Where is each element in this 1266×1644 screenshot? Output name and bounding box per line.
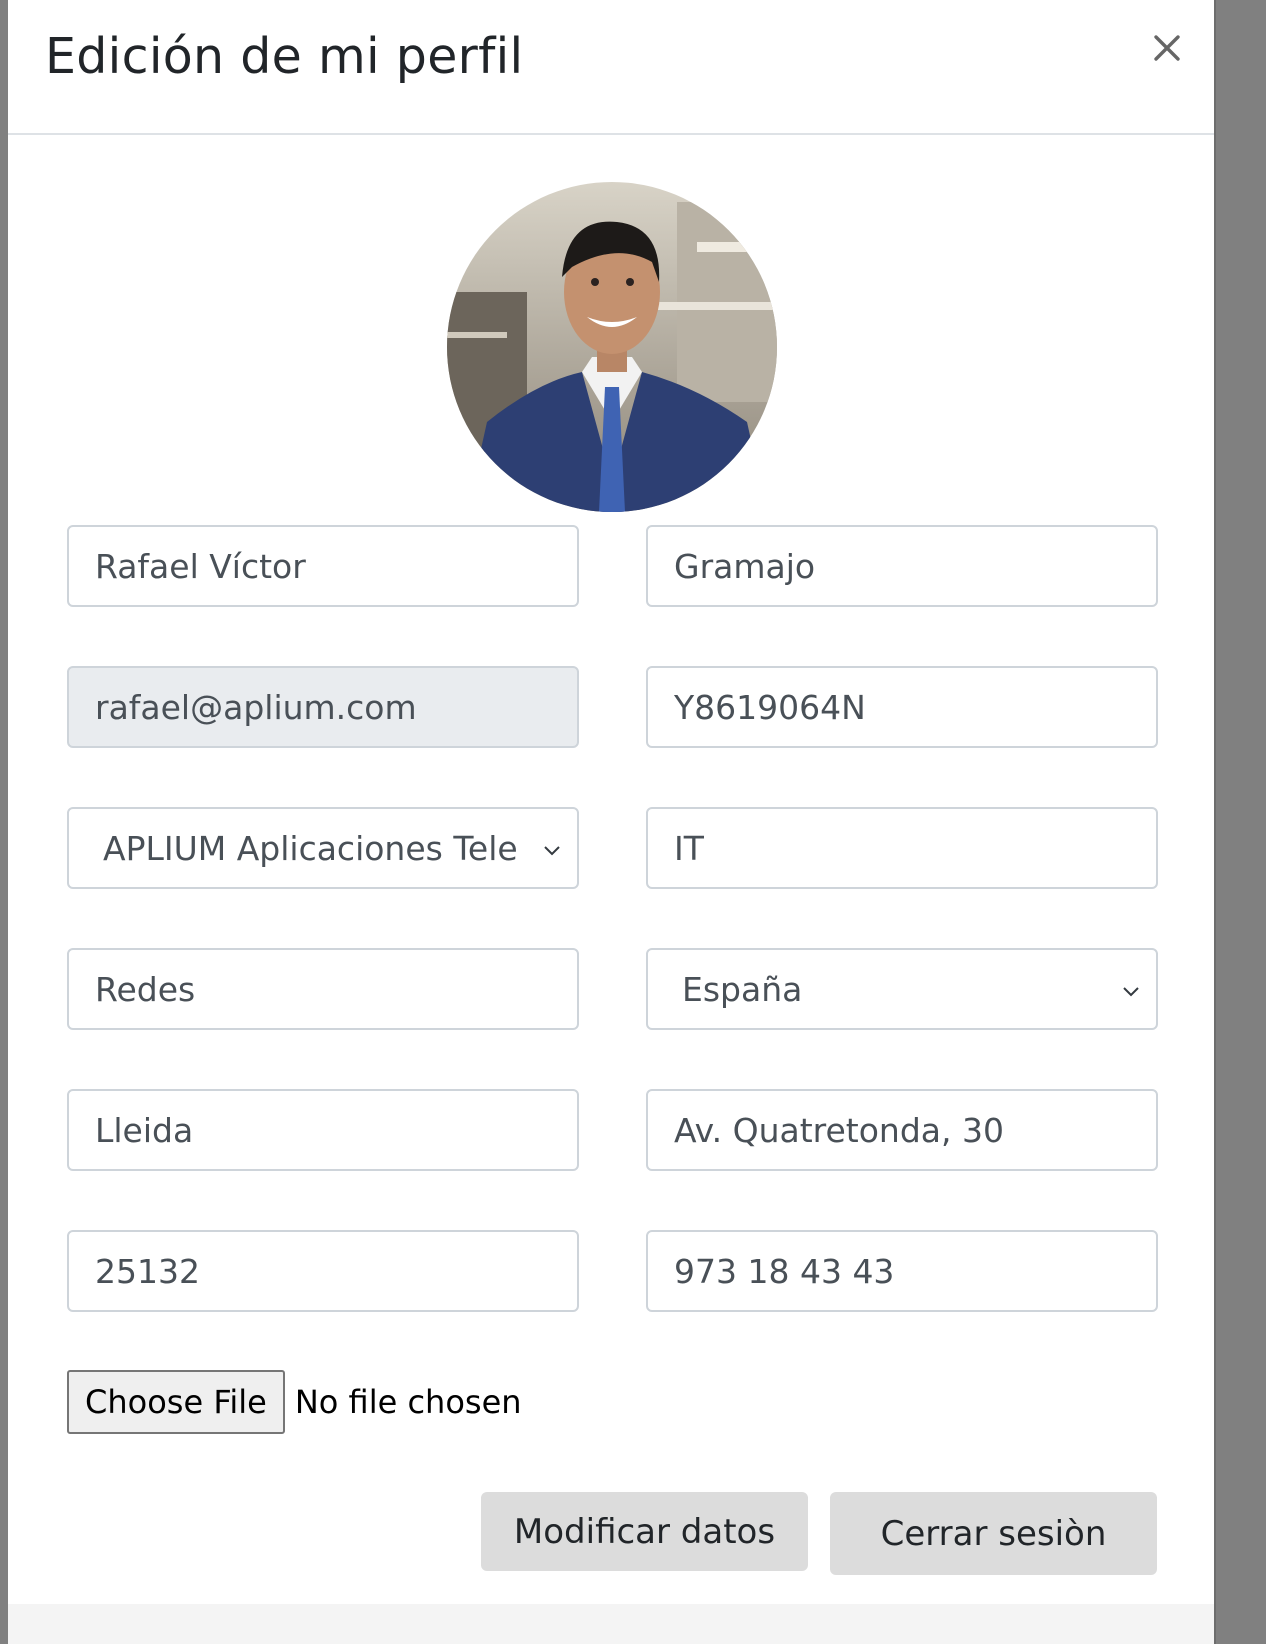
- logout-button[interactable]: Cerrar sesiòn: [830, 1492, 1157, 1575]
- position-input[interactable]: [67, 948, 579, 1030]
- document-id-input[interactable]: [646, 666, 1158, 748]
- country-select[interactable]: España: [646, 948, 1158, 1030]
- profile-edit-modal: Edición de mi perfil Rafael Víctor Grama…: [8, 0, 1216, 1644]
- city-input[interactable]: [67, 1089, 579, 1171]
- postal-code-input[interactable]: [67, 1230, 579, 1312]
- choose-file-button[interactable]: Choose File: [67, 1370, 285, 1434]
- phone-input[interactable]: [646, 1230, 1158, 1312]
- first-name-input[interactable]: [67, 525, 579, 607]
- chevron-down-icon: [1123, 987, 1139, 997]
- email-field: [67, 666, 579, 748]
- avatar: [447, 182, 777, 512]
- close-icon: [1154, 35, 1180, 61]
- modal-title: Edición de mi perfil: [45, 28, 524, 85]
- close-button[interactable]: [1143, 24, 1191, 72]
- modal-footer: [8, 1604, 1214, 1644]
- address-input[interactable]: [646, 1089, 1158, 1171]
- file-status: No file chosen: [294, 1383, 522, 1421]
- modify-data-button[interactable]: Modificar datos: [481, 1492, 808, 1571]
- last-name-input[interactable]: [646, 525, 1158, 607]
- company-select-value: APLIUM Aplicaciones Tele: [103, 828, 518, 868]
- modal-header: Edición de mi perfil: [8, 0, 1214, 135]
- chevron-down-icon: [544, 846, 560, 856]
- company-select[interactable]: APLIUM Aplicaciones Tele: [67, 807, 579, 889]
- file-upload: Choose File No file chosen: [67, 1369, 522, 1435]
- country-select-value: España: [682, 969, 803, 1009]
- profile-photo: [447, 182, 777, 512]
- department-input[interactable]: [646, 807, 1158, 889]
